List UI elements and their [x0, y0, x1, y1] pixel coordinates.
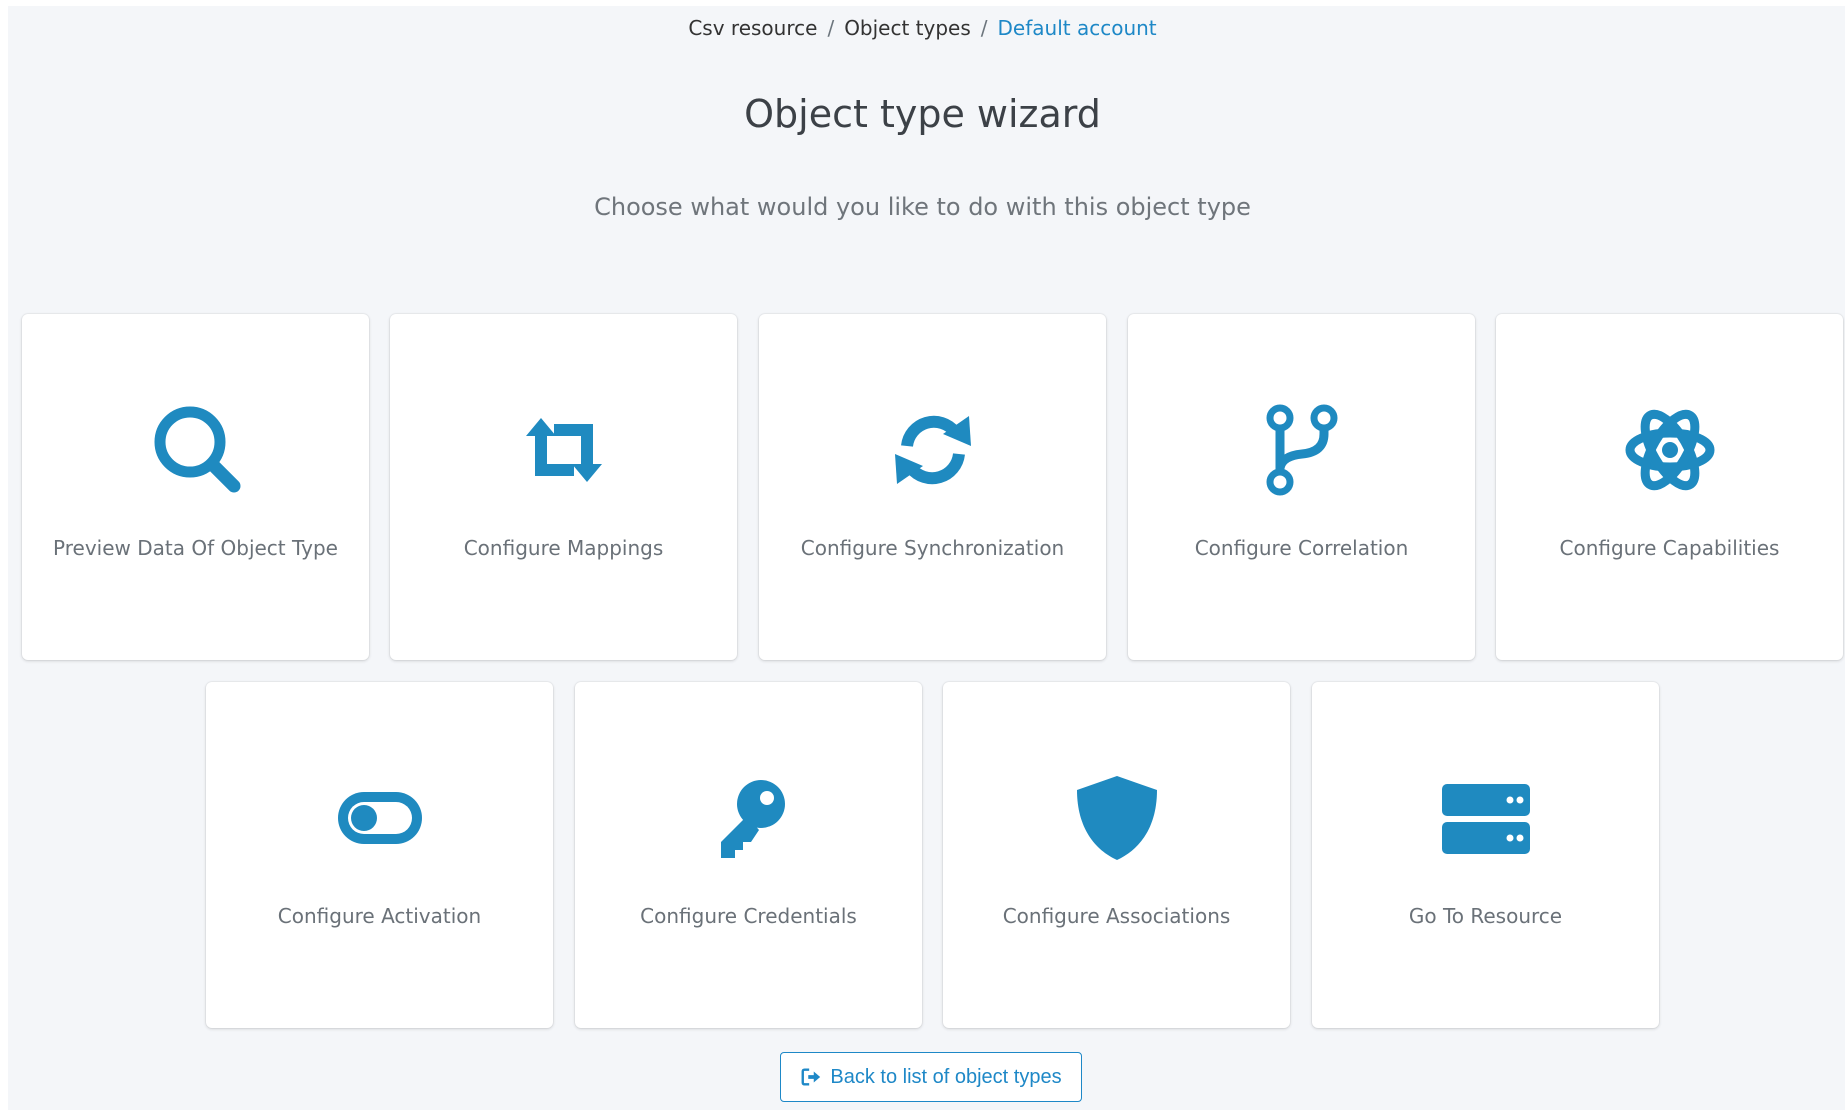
card-configure-correlation[interactable]: Configure Correlation [1128, 314, 1475, 660]
card-configure-activation[interactable]: Configure Activation [206, 682, 553, 1028]
atom-icon [1622, 402, 1718, 498]
shield-icon [1069, 770, 1165, 866]
server-icon [1438, 770, 1534, 866]
card-label: Preview Data Of Object Type [53, 536, 338, 560]
sync-icon [885, 402, 981, 498]
back-to-list-button[interactable]: Back to list of object types [780, 1052, 1082, 1102]
card-configure-associations[interactable]: Configure Associations [943, 682, 1290, 1028]
card-label: Configure Capabilities [1559, 536, 1780, 560]
page-subtitle: Choose what would you like to do with th… [594, 193, 1251, 221]
card-configure-mappings[interactable]: Configure Mappings [390, 314, 737, 660]
card-label: Go To Resource [1408, 904, 1563, 928]
card-label: Configure Credentials [640, 904, 857, 928]
card-label: Configure Associations [1002, 904, 1231, 928]
breadcrumb-item-object-types[interactable]: Object types [844, 16, 971, 40]
card-label: Configure Correlation [1194, 536, 1409, 560]
search-icon [148, 402, 244, 498]
card-go-to-resource[interactable]: Go To Resource [1312, 682, 1659, 1028]
breadcrumb: Csv resource / Object types / Default accoun… [0, 16, 1845, 40]
breadcrumb-separator: / [980, 16, 988, 40]
sign-out-icon [800, 1066, 822, 1088]
breadcrumb-item-default-account: Default account [997, 16, 1157, 40]
card-label: Configure Mappings [463, 536, 664, 560]
card-configure-synchronization[interactable]: Configure Synchronization [759, 314, 1106, 660]
code-branch-icon [1254, 402, 1350, 498]
card-configure-credentials[interactable]: Configure Credentials [575, 682, 922, 1028]
card-label: Configure Synchronization [800, 536, 1065, 560]
retweet-icon [516, 402, 612, 498]
card-configure-capabilities[interactable]: Configure Capabilities [1496, 314, 1843, 660]
card-label: Configure Activation [277, 904, 482, 928]
key-icon [701, 770, 797, 866]
page-title: Object type wizard [744, 92, 1101, 136]
back-button-label: Back to list of object types [830, 1065, 1062, 1088]
card-preview-data[interactable]: Preview Data Of Object Type [22, 314, 369, 660]
breadcrumb-item-csv-resource[interactable]: Csv resource [688, 16, 817, 40]
toggle-icon [332, 770, 428, 866]
breadcrumb-separator: / [827, 16, 835, 40]
